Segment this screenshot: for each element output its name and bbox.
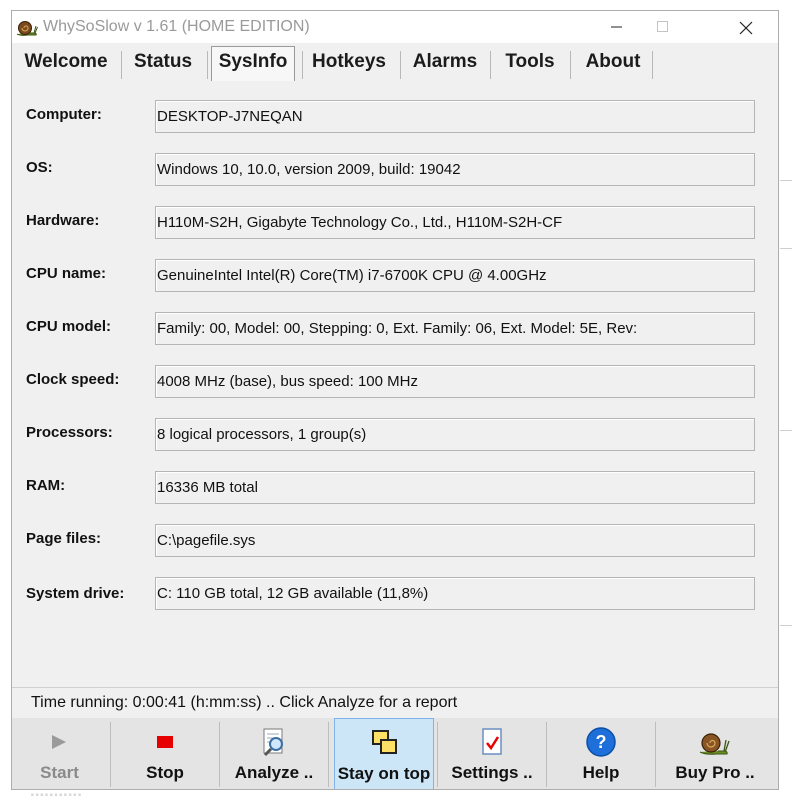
stop-button[interactable]: Stop (113, 718, 217, 789)
background-line (780, 180, 792, 181)
toolbar-separator (655, 722, 656, 787)
help-circle-icon: ? (586, 727, 616, 757)
close-button[interactable] (722, 11, 768, 43)
page-files-field[interactable]: C:\pagefile.sys (155, 524, 755, 557)
processors-label: Processors: (26, 424, 113, 441)
help-button-label: Help (582, 763, 620, 782)
start-button[interactable]: Start (12, 718, 107, 789)
tab-separator (570, 51, 571, 79)
tab-separator (121, 51, 122, 79)
tab-tools[interactable]: Tools (493, 47, 567, 79)
settings-button-label: Settings .. (451, 763, 533, 782)
system-drive-label: System drive: (26, 585, 125, 602)
overlapping-windows-icon (372, 730, 397, 754)
maximize-icon (657, 21, 668, 32)
computer-label: Computer: (26, 106, 102, 123)
cpu-name-label: CPU name: (26, 265, 107, 282)
start-button-label: Start (40, 763, 79, 782)
checklist-icon (482, 728, 502, 755)
ram-field[interactable]: 16336 MB total (155, 471, 755, 504)
stop-button-label: Stop (146, 763, 184, 782)
toolbar-separator (110, 722, 111, 787)
background-line (780, 248, 792, 249)
ram-label: RAM: (26, 477, 66, 494)
tab-hotkeys[interactable]: Hotkeys (305, 47, 393, 79)
tab-about[interactable]: About (573, 47, 653, 79)
stay-on-top-button[interactable]: Stay on top (334, 718, 434, 789)
clock-speed-label: Clock speed: (26, 371, 120, 388)
analyze-button-label: Analyze .. (234, 763, 314, 782)
cpu-model-label: CPU model: (26, 318, 112, 335)
status-text: Time running: 0:00:41 (h:mm:ss) .. Click… (31, 694, 458, 711)
cpu-model-field[interactable]: Family: 00, Model: 00, Stepping: 0, Ext.… (155, 312, 755, 345)
tab-separator (490, 51, 491, 79)
snail-icon (16, 21, 38, 36)
stay-on-top-button-label: Stay on top (337, 764, 431, 783)
page-files-label: Page files: (26, 530, 102, 547)
snail-icon (699, 733, 730, 755)
tab-alarms[interactable]: Alarms (403, 47, 487, 79)
status-bar: Time running: 0:00:41 (h:mm:ss) .. Click… (12, 687, 778, 718)
minimize-button[interactable] (594, 11, 640, 43)
magnifier-document-icon (263, 728, 283, 757)
help-button[interactable]: ? Help (549, 718, 653, 789)
cpu-name-field[interactable]: GenuineIntel Intel(R) Core(TM) i7-6700K … (155, 259, 755, 292)
maximize-button[interactable] (640, 11, 686, 43)
buy-pro-button[interactable]: Buy Pro .. (658, 718, 772, 789)
tab-welcome[interactable]: Welcome (14, 47, 118, 79)
tab-status[interactable]: Status (124, 47, 202, 79)
processors-field[interactable]: 8 logical processors, 1 group(s) (155, 418, 755, 451)
toolbar-separator (328, 722, 329, 787)
minimize-icon (611, 26, 622, 28)
os-field[interactable]: Windows 10, 10.0, version 2009, build: 1… (155, 153, 755, 186)
toolbar-separator (546, 722, 547, 787)
os-label: OS: (26, 159, 53, 176)
buy-pro-button-label: Buy Pro .. (675, 763, 755, 782)
window-title: WhySoSlow v 1.61 (HOME EDITION) (43, 18, 310, 35)
tab-separator (302, 51, 303, 79)
tab-bar: Welcome Status SysInfo Hotkeys Alarms To… (12, 45, 778, 83)
background-line (780, 430, 792, 431)
background-line (780, 625, 792, 626)
computer-field[interactable]: DESKTOP-J7NEQAN (155, 100, 755, 133)
settings-button[interactable]: Settings .. (440, 718, 544, 789)
background-partial-text: ........... (30, 781, 82, 800)
system-drive-field[interactable]: C: 110 GB total, 12 GB available (11,8%) (155, 577, 755, 610)
toolbar: Start Stop Analyze .. Stay on top Settin… (12, 718, 778, 789)
tab-separator (652, 51, 653, 79)
close-icon (739, 21, 753, 35)
toolbar-separator (437, 722, 438, 787)
toolbar-separator (219, 722, 220, 787)
svg-text:?: ? (596, 732, 607, 752)
app-window: WhySoSlow v 1.61 (HOME EDITION) Welcome … (11, 10, 779, 790)
stop-square-icon (157, 736, 173, 748)
analyze-button[interactable]: Analyze .. (222, 718, 326, 789)
play-icon (52, 735, 66, 749)
tab-separator (207, 51, 208, 79)
hardware-label: Hardware: (26, 212, 100, 229)
tab-separator (400, 51, 401, 79)
hardware-field[interactable]: H110M-S2H, Gigabyte Technology Co., Ltd.… (155, 206, 755, 239)
clock-speed-field[interactable]: 4008 MHz (base), bus speed: 100 MHz (155, 365, 755, 398)
tab-sysinfo[interactable]: SysInfo (211, 46, 295, 81)
title-bar: WhySoSlow v 1.61 (HOME EDITION) (12, 11, 778, 43)
